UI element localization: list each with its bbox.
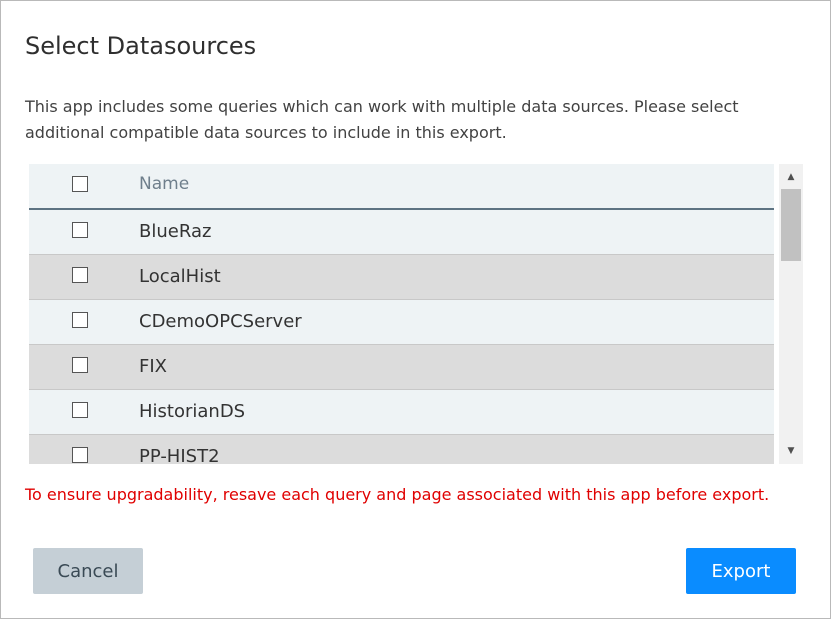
grid-header-row: Name (29, 164, 774, 210)
grid-scrollbar[interactable]: ▲ ▼ (779, 164, 803, 464)
row-checkbox[interactable] (72, 267, 88, 283)
cancel-button[interactable]: Cancel (33, 548, 143, 594)
table-row[interactable]: HistorianDS (29, 390, 774, 435)
select-datasources-dialog: Select Datasources This app includes som… (0, 0, 831, 619)
dialog-description: This app includes some queries which can… (25, 97, 739, 142)
triangle-down-icon[interactable]: ▼ (779, 440, 803, 462)
upgradability-warning: To ensure upgradability, resave each que… (25, 485, 770, 504)
row-name: PP-HIST2 (139, 446, 220, 464)
row-name: HistorianDS (139, 401, 246, 422)
triangle-up-icon[interactable]: ▲ (779, 166, 803, 188)
row-checkbox[interactable] (72, 312, 88, 328)
select-all-checkbox[interactable] (72, 176, 88, 192)
row-name: LocalHist (139, 266, 221, 287)
row-checkbox[interactable] (72, 357, 88, 373)
datasource-grid: Name BlueRaz LocalHist CDemoOPCServer FI… (29, 164, 803, 464)
row-name: CDemoOPCServer (139, 311, 302, 332)
row-name: FIX (139, 356, 167, 377)
row-checkbox[interactable] (72, 447, 88, 463)
dialog-title: Select Datasources (25, 32, 257, 60)
table-row[interactable]: BlueRaz (29, 210, 774, 255)
table-row[interactable]: CDemoOPCServer (29, 300, 774, 345)
table-row[interactable]: PP-HIST2 (29, 435, 774, 464)
table-row[interactable]: LocalHist (29, 255, 774, 300)
row-checkbox[interactable] (72, 402, 88, 418)
column-header-name[interactable]: Name (139, 164, 189, 204)
row-checkbox[interactable] (72, 222, 88, 238)
table-row[interactable]: FIX (29, 345, 774, 390)
datasource-grid-body: Name BlueRaz LocalHist CDemoOPCServer FI… (29, 164, 774, 464)
scrollbar-thumb[interactable] (781, 189, 801, 261)
export-button[interactable]: Export (686, 548, 796, 594)
row-name: BlueRaz (139, 221, 212, 242)
